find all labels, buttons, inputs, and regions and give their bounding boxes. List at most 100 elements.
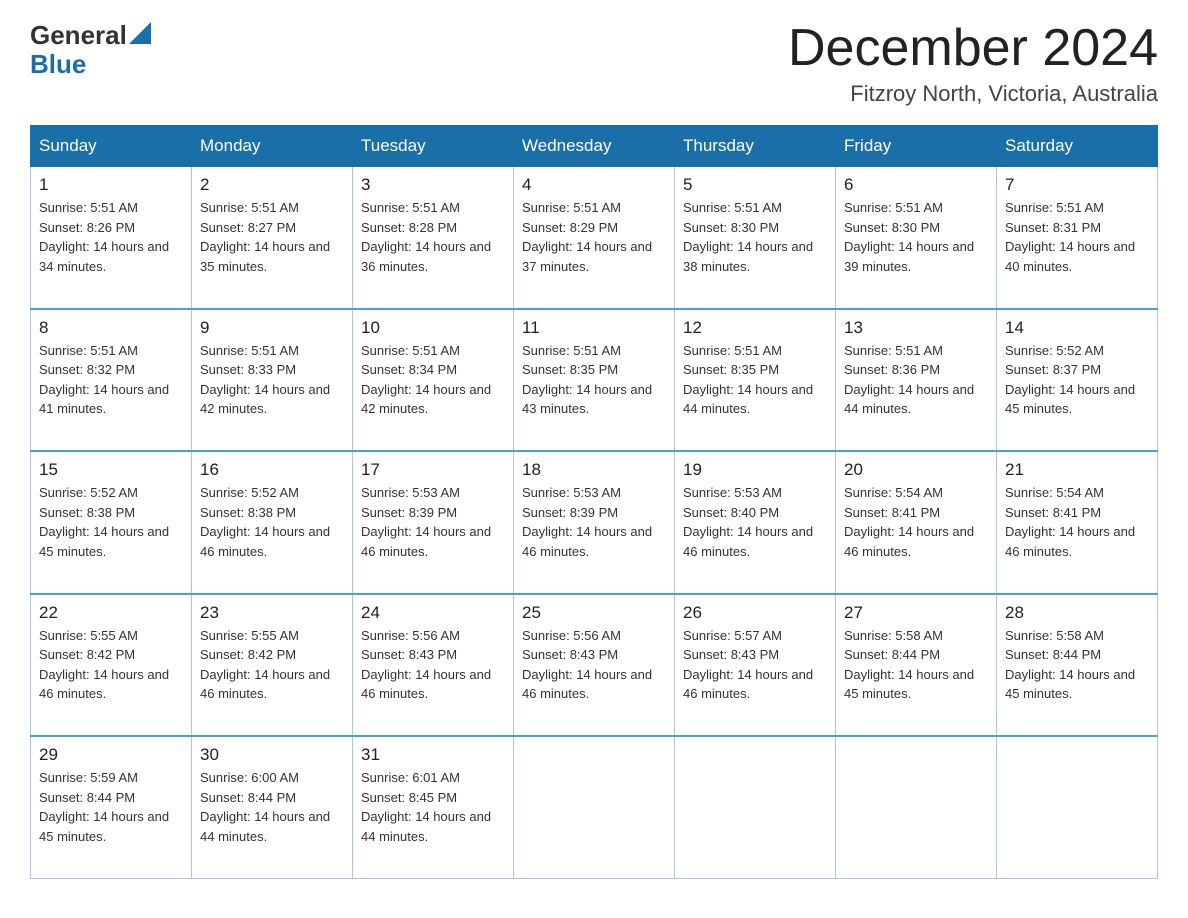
calendar-cell: 23 Sunrise: 5:55 AM Sunset: 8:42 PM Dayl… [192, 594, 353, 737]
calendar-cell: 14 Sunrise: 5:52 AM Sunset: 8:37 PM Dayl… [997, 309, 1158, 452]
day-number: 6 [844, 175, 988, 195]
day-info: Sunrise: 5:56 AM Sunset: 8:43 PM Dayligh… [361, 626, 505, 724]
day-number: 13 [844, 318, 988, 338]
calendar-cell: 10 Sunrise: 5:51 AM Sunset: 8:34 PM Dayl… [353, 309, 514, 452]
logo-arrow-icon [129, 22, 151, 44]
page-header: General Blue December 2024 Fitzroy North… [30, 20, 1158, 107]
day-info: Sunrise: 5:57 AM Sunset: 8:43 PM Dayligh… [683, 626, 827, 724]
calendar-table: SundayMondayTuesdayWednesdayThursdayFrid… [30, 125, 1158, 879]
day-number: 27 [844, 603, 988, 623]
week-row-1: 1 Sunrise: 5:51 AM Sunset: 8:26 PM Dayli… [31, 167, 1158, 309]
day-info: Sunrise: 5:51 AM Sunset: 8:35 PM Dayligh… [522, 341, 666, 439]
calendar-cell [675, 736, 836, 878]
day-info: Sunrise: 5:55 AM Sunset: 8:42 PM Dayligh… [200, 626, 344, 724]
day-info: Sunrise: 5:58 AM Sunset: 8:44 PM Dayligh… [1005, 626, 1149, 724]
header-saturday: Saturday [997, 126, 1158, 167]
day-number: 28 [1005, 603, 1149, 623]
day-number: 31 [361, 745, 505, 765]
week-row-5: 29 Sunrise: 5:59 AM Sunset: 8:44 PM Dayl… [31, 736, 1158, 878]
title-area: December 2024 Fitzroy North, Victoria, A… [788, 20, 1158, 107]
day-number: 15 [39, 460, 183, 480]
day-number: 12 [683, 318, 827, 338]
day-info: Sunrise: 5:51 AM Sunset: 8:29 PM Dayligh… [522, 198, 666, 296]
calendar-cell: 31 Sunrise: 6:01 AM Sunset: 8:45 PM Dayl… [353, 736, 514, 878]
location-title: Fitzroy North, Victoria, Australia [788, 81, 1158, 107]
day-number: 25 [522, 603, 666, 623]
day-number: 11 [522, 318, 666, 338]
day-number: 8 [39, 318, 183, 338]
day-info: Sunrise: 5:58 AM Sunset: 8:44 PM Dayligh… [844, 626, 988, 724]
day-number: 3 [361, 175, 505, 195]
day-info: Sunrise: 5:54 AM Sunset: 8:41 PM Dayligh… [1005, 483, 1149, 581]
calendar-cell: 28 Sunrise: 5:58 AM Sunset: 8:44 PM Dayl… [997, 594, 1158, 737]
calendar-cell: 27 Sunrise: 5:58 AM Sunset: 8:44 PM Dayl… [836, 594, 997, 737]
calendar-cell [997, 736, 1158, 878]
calendar-cell: 13 Sunrise: 5:51 AM Sunset: 8:36 PM Dayl… [836, 309, 997, 452]
day-number: 22 [39, 603, 183, 623]
day-info: Sunrise: 5:51 AM Sunset: 8:30 PM Dayligh… [844, 198, 988, 296]
week-row-2: 8 Sunrise: 5:51 AM Sunset: 8:32 PM Dayli… [31, 309, 1158, 452]
day-info: Sunrise: 5:55 AM Sunset: 8:42 PM Dayligh… [39, 626, 183, 724]
day-info: Sunrise: 5:53 AM Sunset: 8:40 PM Dayligh… [683, 483, 827, 581]
day-info: Sunrise: 5:59 AM Sunset: 8:44 PM Dayligh… [39, 768, 183, 866]
calendar-cell [514, 736, 675, 878]
day-info: Sunrise: 5:51 AM Sunset: 8:34 PM Dayligh… [361, 341, 505, 439]
day-number: 24 [361, 603, 505, 623]
calendar-cell: 29 Sunrise: 5:59 AM Sunset: 8:44 PM Dayl… [31, 736, 192, 878]
day-info: Sunrise: 5:51 AM Sunset: 8:32 PM Dayligh… [39, 341, 183, 439]
day-info: Sunrise: 5:52 AM Sunset: 8:38 PM Dayligh… [39, 483, 183, 581]
month-title: December 2024 [788, 20, 1158, 77]
calendar-cell: 25 Sunrise: 5:56 AM Sunset: 8:43 PM Dayl… [514, 594, 675, 737]
day-info: Sunrise: 5:54 AM Sunset: 8:41 PM Dayligh… [844, 483, 988, 581]
day-info: Sunrise: 5:51 AM Sunset: 8:35 PM Dayligh… [683, 341, 827, 439]
calendar-cell: 24 Sunrise: 5:56 AM Sunset: 8:43 PM Dayl… [353, 594, 514, 737]
day-number: 5 [683, 175, 827, 195]
day-number: 1 [39, 175, 183, 195]
day-info: Sunrise: 6:01 AM Sunset: 8:45 PM Dayligh… [361, 768, 505, 866]
day-number: 26 [683, 603, 827, 623]
calendar-cell: 22 Sunrise: 5:55 AM Sunset: 8:42 PM Dayl… [31, 594, 192, 737]
logo-general-text: General [30, 20, 127, 51]
header-wednesday: Wednesday [514, 126, 675, 167]
header-tuesday: Tuesday [353, 126, 514, 167]
day-number: 21 [1005, 460, 1149, 480]
day-info: Sunrise: 5:51 AM Sunset: 8:31 PM Dayligh… [1005, 198, 1149, 296]
day-number: 18 [522, 460, 666, 480]
calendar-cell: 30 Sunrise: 6:00 AM Sunset: 8:44 PM Dayl… [192, 736, 353, 878]
day-number: 7 [1005, 175, 1149, 195]
week-row-3: 15 Sunrise: 5:52 AM Sunset: 8:38 PM Dayl… [31, 451, 1158, 594]
day-info: Sunrise: 5:51 AM Sunset: 8:26 PM Dayligh… [39, 198, 183, 296]
day-number: 29 [39, 745, 183, 765]
day-number: 19 [683, 460, 827, 480]
day-info: Sunrise: 5:53 AM Sunset: 8:39 PM Dayligh… [361, 483, 505, 581]
calendar-cell: 18 Sunrise: 5:53 AM Sunset: 8:39 PM Dayl… [514, 451, 675, 594]
calendar-cell: 20 Sunrise: 5:54 AM Sunset: 8:41 PM Dayl… [836, 451, 997, 594]
calendar-cell: 1 Sunrise: 5:51 AM Sunset: 8:26 PM Dayli… [31, 167, 192, 309]
calendar-cell: 15 Sunrise: 5:52 AM Sunset: 8:38 PM Dayl… [31, 451, 192, 594]
calendar-cell: 26 Sunrise: 5:57 AM Sunset: 8:43 PM Dayl… [675, 594, 836, 737]
day-info: Sunrise: 5:52 AM Sunset: 8:37 PM Dayligh… [1005, 341, 1149, 439]
calendar-cell: 17 Sunrise: 5:53 AM Sunset: 8:39 PM Dayl… [353, 451, 514, 594]
day-number: 30 [200, 745, 344, 765]
calendar-cell: 12 Sunrise: 5:51 AM Sunset: 8:35 PM Dayl… [675, 309, 836, 452]
calendar-cell [836, 736, 997, 878]
calendar-cell: 6 Sunrise: 5:51 AM Sunset: 8:30 PM Dayli… [836, 167, 997, 309]
calendar-cell: 9 Sunrise: 5:51 AM Sunset: 8:33 PM Dayli… [192, 309, 353, 452]
week-row-4: 22 Sunrise: 5:55 AM Sunset: 8:42 PM Dayl… [31, 594, 1158, 737]
header-monday: Monday [192, 126, 353, 167]
calendar-cell: 16 Sunrise: 5:52 AM Sunset: 8:38 PM Dayl… [192, 451, 353, 594]
day-info: Sunrise: 5:51 AM Sunset: 8:30 PM Dayligh… [683, 198, 827, 296]
day-info: Sunrise: 6:00 AM Sunset: 8:44 PM Dayligh… [200, 768, 344, 866]
calendar-cell: 5 Sunrise: 5:51 AM Sunset: 8:30 PM Dayli… [675, 167, 836, 309]
calendar-cell: 2 Sunrise: 5:51 AM Sunset: 8:27 PM Dayli… [192, 167, 353, 309]
header-friday: Friday [836, 126, 997, 167]
calendar-cell: 4 Sunrise: 5:51 AM Sunset: 8:29 PM Dayli… [514, 167, 675, 309]
day-number: 4 [522, 175, 666, 195]
day-number: 20 [844, 460, 988, 480]
calendar-header-row: SundayMondayTuesdayWednesdayThursdayFrid… [31, 126, 1158, 167]
day-info: Sunrise: 5:53 AM Sunset: 8:39 PM Dayligh… [522, 483, 666, 581]
day-info: Sunrise: 5:56 AM Sunset: 8:43 PM Dayligh… [522, 626, 666, 724]
header-sunday: Sunday [31, 126, 192, 167]
calendar-cell: 19 Sunrise: 5:53 AM Sunset: 8:40 PM Dayl… [675, 451, 836, 594]
day-info: Sunrise: 5:51 AM Sunset: 8:36 PM Dayligh… [844, 341, 988, 439]
